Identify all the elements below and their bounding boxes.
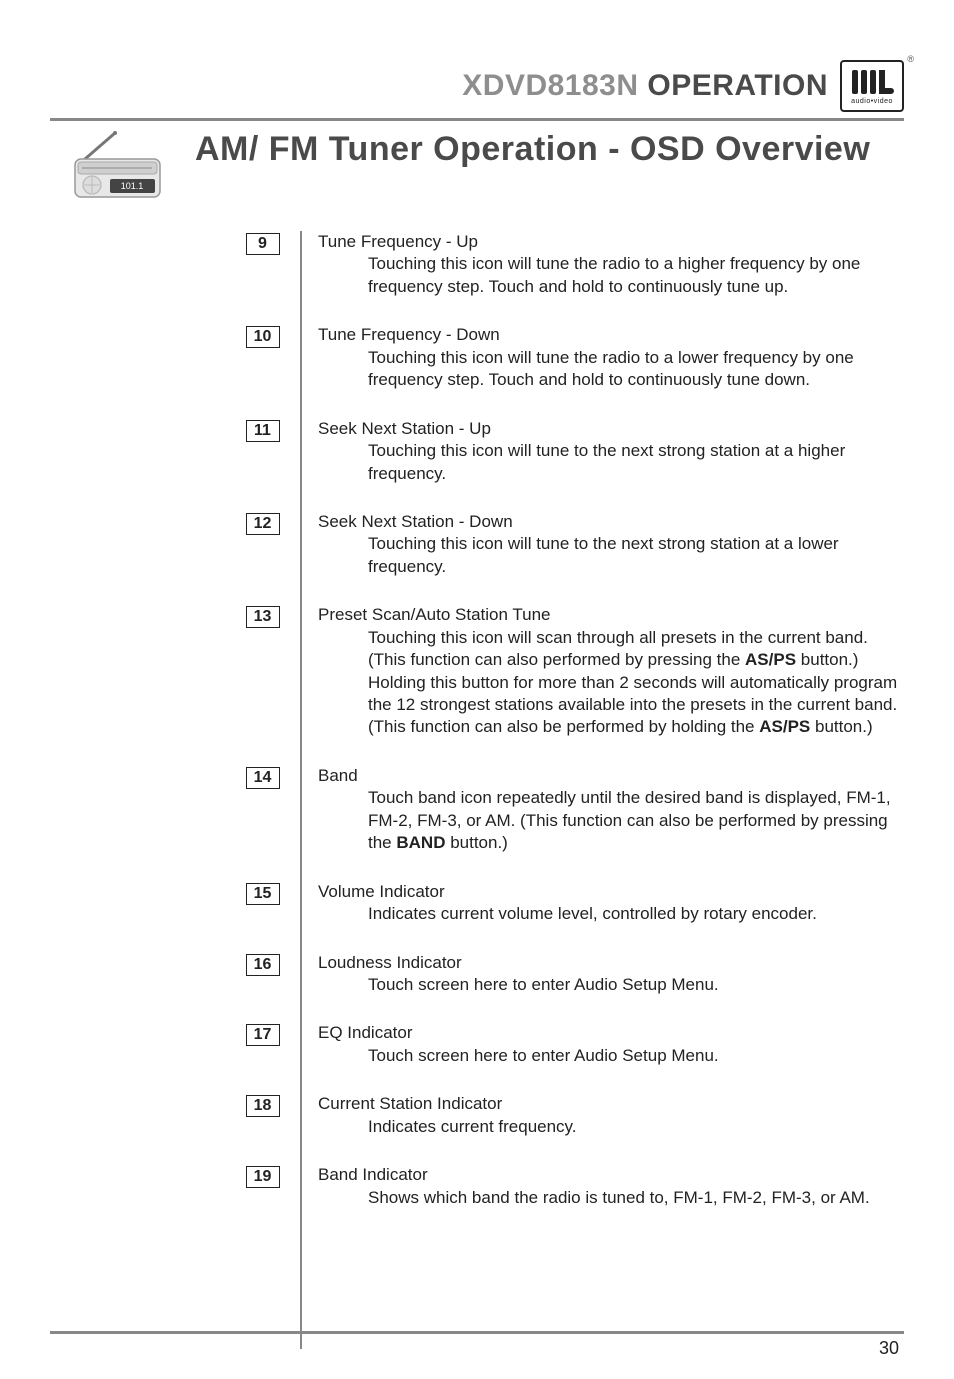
- item-description: Touch band icon repeatedly until the des…: [318, 787, 904, 854]
- item-title: Band: [318, 766, 358, 785]
- item-number-box: 9: [246, 233, 280, 255]
- item-row: 18 Current Station Indicator Indicates cur…: [225, 1093, 904, 1164]
- item-description: Touching this icon will scan through all…: [318, 627, 904, 739]
- item-title: Seek Next Station - Down: [318, 512, 513, 531]
- product-title: XDVD8183N OPERATION: [462, 69, 828, 103]
- item-text-cell: Volume Indicator Indicates current volume…: [302, 881, 904, 952]
- item-title: Seek Next Station - Up: [318, 419, 491, 438]
- item-number-box: 17: [246, 1024, 280, 1046]
- header-divider: [50, 118, 904, 121]
- item-row: 12 Seek Next Station - Down Touching this …: [225, 511, 904, 604]
- brand-logo-wrap: ® audio•video: [840, 60, 904, 112]
- item-title: Preset Scan/Auto Station Tune: [318, 605, 550, 624]
- item-text-cell: Tune Frequency - Up Touching this icon wi…: [302, 231, 904, 324]
- brand-logo: audio•video: [840, 60, 904, 112]
- item-title: Current Station Indicator: [318, 1094, 502, 1113]
- operation-label: OPERATION: [647, 69, 828, 102]
- item-text-cell: Preset Scan/Auto Station Tune Touching th…: [302, 604, 904, 765]
- bold-term: AS/PS: [759, 717, 810, 736]
- item-description: Touch screen here to enter Audio Setup M…: [318, 1045, 904, 1067]
- item-number-box: 18: [246, 1095, 280, 1117]
- bold-term: BAND: [396, 833, 445, 852]
- item-text-cell: Band Indicator Shows which band the radio…: [302, 1164, 904, 1349]
- item-row: 16 Loudness Indicator Touch screen here to…: [225, 952, 904, 1023]
- item-number-cell: 14: [225, 765, 300, 881]
- manual-page: XDVD8183N OPERATION ® audio•video: [0, 0, 954, 1379]
- item-text-cell: EQ Indicator Touch screen here to enter A…: [302, 1022, 904, 1093]
- item-description: Shows which band the radio is tuned to, …: [318, 1187, 904, 1209]
- section-title: AM/ FM Tuner Operation - OSD Overview: [195, 131, 870, 168]
- item-number-cell: 17: [225, 1022, 300, 1093]
- item-number-cell: 12: [225, 511, 300, 604]
- item-number-cell: 16: [225, 952, 300, 1023]
- item-title: EQ Indicator: [318, 1023, 413, 1042]
- page-number: 30: [879, 1338, 899, 1359]
- item-description: Touching this icon will tune the radio t…: [318, 253, 904, 298]
- item-description: Touching this icon will tune to the next…: [318, 440, 904, 485]
- registered-mark: ®: [907, 54, 914, 64]
- item-row: 17 EQ Indicator Touch screen here to enter…: [225, 1022, 904, 1093]
- item-number-cell: 10: [225, 324, 300, 417]
- item-description: Touching this icon will tune to the next…: [318, 533, 904, 578]
- item-title: Tune Frequency - Up: [318, 232, 478, 251]
- item-row: 13 Preset Scan/Auto Station Tune Touching …: [225, 604, 904, 765]
- item-description: Touching this icon will tune the radio t…: [318, 347, 904, 392]
- bold-term: AS/PS: [745, 650, 796, 669]
- item-number-box: 12: [246, 513, 280, 535]
- item-text-cell: Band Touch band icon repeatedly until the…: [302, 765, 904, 881]
- item-description: Indicates current frequency.: [318, 1116, 904, 1138]
- item-number-cell: 9: [225, 231, 300, 324]
- item-row: 11 Seek Next Station - Up Touching this ic…: [225, 418, 904, 511]
- item-title: Loudness Indicator: [318, 953, 462, 972]
- svg-text:101.1: 101.1: [121, 181, 144, 191]
- item-title: Band Indicator: [318, 1165, 428, 1184]
- item-number-box: 14: [246, 767, 280, 789]
- item-text-cell: Loudness Indicator Touch screen here to e…: [302, 952, 904, 1023]
- item-title: Tune Frequency - Down: [318, 325, 500, 344]
- item-text-cell: Current Station Indicator Indicates curre…: [302, 1093, 904, 1164]
- radio-icon: 101.1: [70, 131, 165, 201]
- item-number-box: 11: [246, 420, 280, 442]
- item-row: 15 Volume Indicator Indicates current volu…: [225, 881, 904, 952]
- item-row: 10 Tune Frequency - Down Touching this ico…: [225, 324, 904, 417]
- brand-subtitle: audio•video: [851, 98, 893, 105]
- item-title: Volume Indicator: [318, 882, 445, 901]
- item-number-cell: 13: [225, 604, 300, 765]
- item-row: 14 Band Touch band icon repeatedly until t…: [225, 765, 904, 881]
- item-number-box: 10: [246, 326, 280, 348]
- item-text-cell: Seek Next Station - Up Touching this icon…: [302, 418, 904, 511]
- item-number-box: 19: [246, 1166, 280, 1188]
- item-description: Touch screen here to enter Audio Setup M…: [318, 974, 904, 996]
- items-table: 9 Tune Frequency - Up Touching this icon w…: [225, 231, 904, 1349]
- item-number-box: 13: [246, 606, 280, 628]
- model-number: XDVD8183N: [462, 69, 638, 102]
- footer-divider: [50, 1331, 904, 1334]
- content-area: 9 Tune Frequency - Up Touching this icon w…: [50, 231, 904, 1349]
- section-heading-row: 101.1 AM/ FM Tuner Operation - OSD Overv…: [50, 131, 904, 201]
- dual-logo-icon: [848, 68, 896, 96]
- item-row: 9 Tune Frequency - Up Touching this icon w…: [225, 231, 904, 324]
- item-text-cell: Seek Next Station - Down Touching this ic…: [302, 511, 904, 604]
- item-number-cell: 15: [225, 881, 300, 952]
- item-number-cell: 19: [225, 1164, 300, 1349]
- item-text-cell: Tune Frequency - Down Touching this icon …: [302, 324, 904, 417]
- item-row: 19 Band Indicator Shows which band the rad…: [225, 1164, 904, 1349]
- item-description: Indicates current volume level, controll…: [318, 903, 904, 925]
- item-number-cell: 11: [225, 418, 300, 511]
- item-number-box: 16: [246, 954, 280, 976]
- page-header: XDVD8183N OPERATION ® audio•video: [50, 60, 904, 112]
- item-number-cell: 18: [225, 1093, 300, 1164]
- item-number-box: 15: [246, 883, 280, 905]
